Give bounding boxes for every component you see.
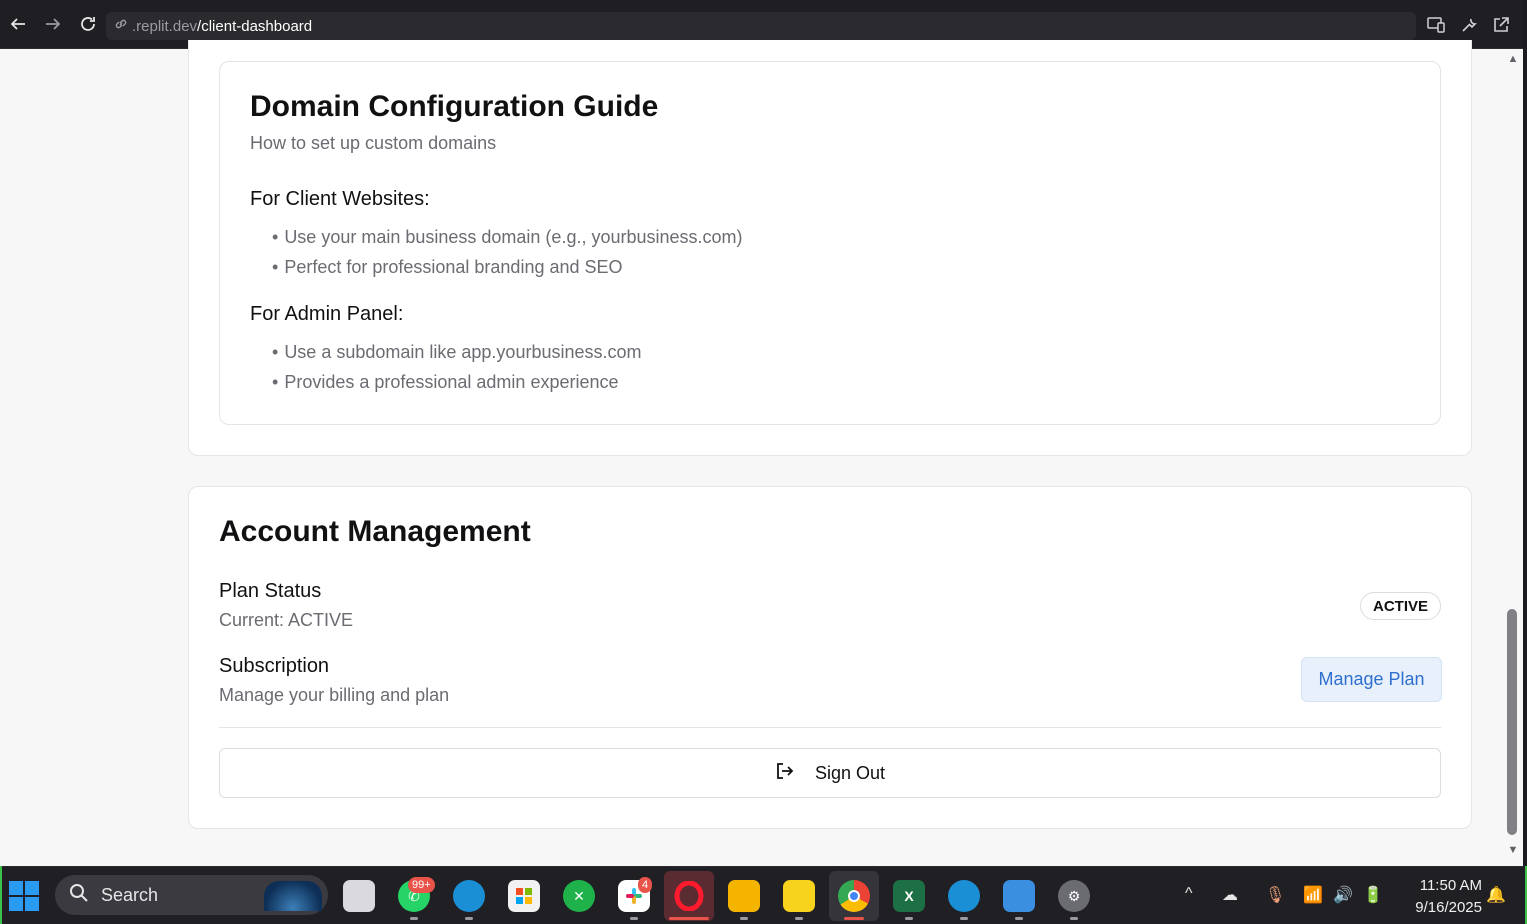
windows-taskbar: Search ✆ 99+ ✕ 4 X ⚙ ^ ☁ 🎙 📶 🔊 🔋 11:50 A — [0, 866, 1527, 924]
running-indicator — [844, 917, 864, 920]
open-external-icon[interactable] — [1490, 14, 1512, 36]
taskbar-clock[interactable]: 11:50 AM 9/16/2025 — [1398, 875, 1482, 919]
edge-profile-icon[interactable] — [453, 880, 485, 912]
sign-out-label: Sign Out — [814, 762, 886, 783]
running-indicator — [1015, 917, 1023, 920]
excel-icon[interactable]: X — [893, 880, 925, 912]
volume-icon[interactable]: 🔊 — [1333, 885, 1353, 905]
window-edge — [1523, 0, 1527, 924]
running-indicator — [740, 917, 748, 920]
taskbar-search[interactable]: Search — [55, 875, 328, 915]
plan-status-current: Current: ACTIVE — [219, 610, 354, 630]
photos-icon[interactable] — [1003, 880, 1035, 912]
manage-plan-button[interactable]: Manage Plan — [1301, 657, 1442, 702]
notification-icon[interactable]: 🔔 — [1486, 885, 1506, 905]
edge-icon[interactable] — [948, 880, 980, 912]
file-explorer-icon[interactable] — [728, 880, 760, 912]
battery-icon[interactable]: 🔋 — [1363, 885, 1383, 905]
running-indicator — [795, 917, 803, 920]
guide-bullet: Provides a professional admin experience — [272, 372, 618, 393]
opera-icon[interactable] — [673, 880, 705, 912]
devices-icon[interactable] — [1425, 14, 1447, 36]
onedrive-cloud-icon[interactable]: ☁ — [1222, 885, 1238, 905]
domain-guide-card: Domain Configuration Guide How to set up… — [219, 61, 1441, 425]
plan-status-label: Plan Status — [219, 580, 322, 602]
divider — [219, 727, 1441, 728]
address-bar[interactable]: .replit.dev/client-dashboard — [106, 12, 1416, 40]
wifi-icon[interactable]: 📶 — [1303, 885, 1323, 905]
scroll-thumb[interactable] — [1507, 609, 1517, 835]
subscription-label: Subscription — [219, 655, 330, 677]
link-icon — [114, 17, 128, 35]
url-domain: .replit.dev — [132, 17, 198, 35]
chrome-icon[interactable] — [838, 880, 870, 912]
slack-badge: 4 — [638, 877, 653, 893]
search-icon — [69, 883, 89, 908]
page-scrollbar[interactable]: ▲ ▼ — [1503, 49, 1523, 858]
wrench-icon[interactable] — [1458, 14, 1480, 36]
running-indicator — [465, 917, 473, 920]
section-heading-admin: For Admin Panel: — [250, 303, 404, 325]
account-title: Account Management — [219, 515, 531, 548]
subscription-subtitle: Manage your billing and plan — [219, 685, 450, 705]
forward-arrow-icon[interactable] — [41, 12, 65, 36]
window-edge — [0, 866, 2, 924]
globe-icon — [264, 881, 322, 911]
section-heading-client: For Client Websites: — [250, 188, 430, 210]
clock-time: 11:50 AM — [1419, 877, 1482, 894]
sign-out-icon — [775, 761, 795, 786]
running-indicator — [960, 917, 968, 920]
guide-bullet: Use a subdomain like app.yourbusiness.co… — [272, 342, 641, 363]
green-app-icon[interactable]: ✕ — [563, 880, 595, 912]
status-badge: ACTIVE — [1360, 592, 1442, 620]
running-indicator — [905, 917, 913, 920]
sign-out-button[interactable]: Sign Out — [219, 748, 1441, 798]
url-path: /client-dashboard — [197, 17, 313, 35]
running-indicator — [1070, 917, 1078, 920]
scroll-up-arrow-icon[interactable]: ▲ — [1506, 53, 1520, 65]
guide-title: Domain Configuration Guide — [250, 90, 659, 123]
settings-gear-icon[interactable]: ⚙ — [1058, 880, 1090, 912]
running-indicator — [630, 917, 638, 920]
microphone-icon[interactable]: 🎙 — [1265, 885, 1285, 905]
clock-date: 9/16/2025 — [1415, 899, 1482, 916]
search-label: Search — [101, 884, 159, 905]
guide-bullet: Use your main business domain (e.g., you… — [272, 227, 742, 248]
scroll-down-arrow-icon[interactable]: ▼ — [1506, 844, 1520, 856]
guide-bullet: Perfect for professional branding and SE… — [272, 257, 622, 278]
running-indicator — [669, 917, 709, 920]
guide-subtitle: How to set up custom domains — [250, 133, 497, 153]
task-view-icon[interactable] — [343, 880, 375, 912]
reload-icon[interactable] — [76, 12, 100, 36]
running-indicator — [410, 917, 418, 920]
account-management-card: Account Management Plan Status Current: … — [188, 486, 1472, 829]
back-arrow-icon[interactable] — [6, 12, 30, 36]
sticky-notes-icon[interactable] — [783, 880, 815, 912]
microsoft-store-icon[interactable] — [508, 880, 540, 912]
chevron-up-icon[interactable]: ^ — [1185, 885, 1193, 903]
whatsapp-badge: 99+ — [408, 877, 435, 893]
windows-start-icon[interactable] — [9, 881, 39, 911]
